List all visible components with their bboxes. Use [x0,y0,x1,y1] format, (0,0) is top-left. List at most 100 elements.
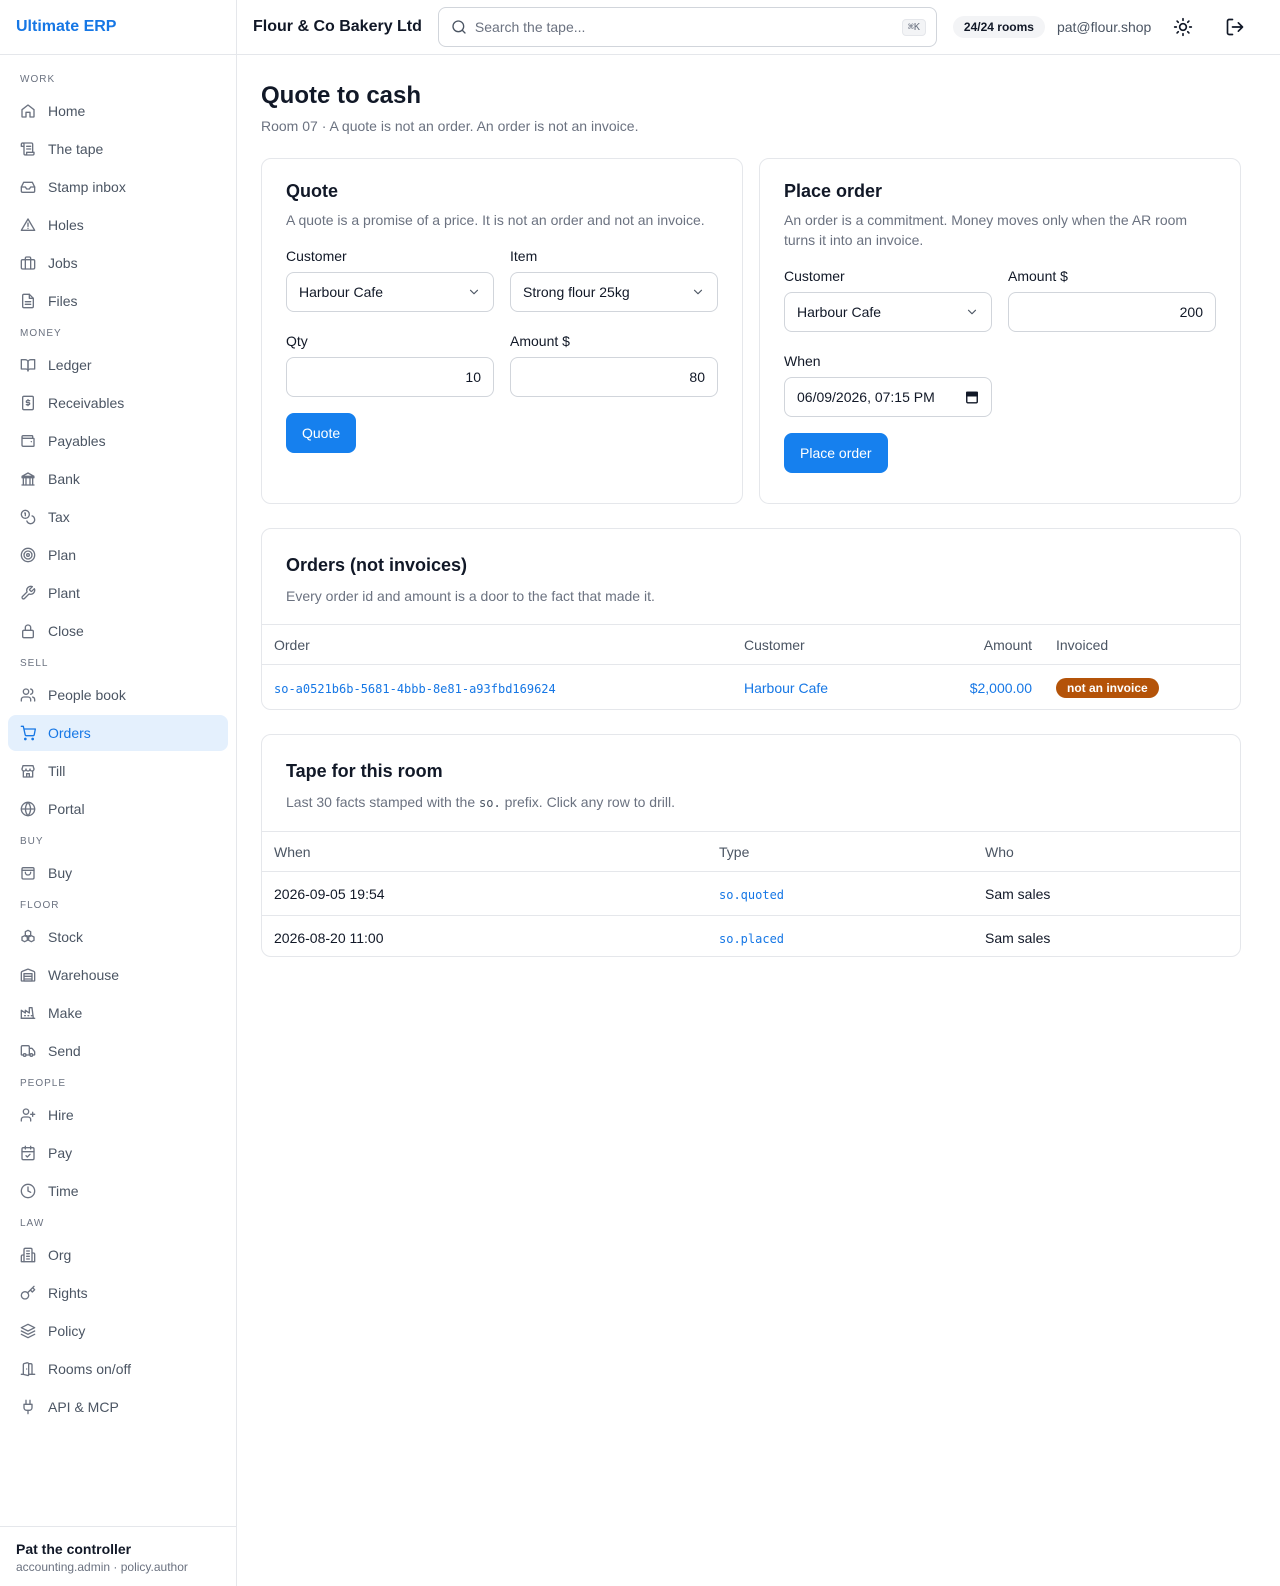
sidebar-item-pay[interactable]: Pay [8,1135,228,1171]
sidebar-item-label: Buy [48,865,73,881]
sidebar-item-label: Home [48,103,86,119]
section-label-law: LAW [20,1217,45,1229]
quote-button[interactable]: Quote [286,413,357,453]
tape-desc-before: Last 30 facts stamped with the [286,794,479,810]
section-label-sell: SELL [20,657,49,669]
clock-icon [20,1183,36,1199]
logout-icon[interactable] [1225,17,1245,37]
order-id-link[interactable]: so-a0521b6b-5681-4bbb-8e81-a93fbd169624 [274,682,556,696]
col-order[interactable]: Order [262,625,732,665]
scroll-icon [20,142,35,156]
sidebar-item-warehouse[interactable]: Warehouse [8,957,228,993]
quote-item-select[interactable]: Strong flour 25kg [510,272,718,312]
sidebar-item-label: Plant [48,585,80,601]
place-order-button[interactable]: Place order [784,433,888,473]
sidebar-item-plant[interactable]: Plant [8,575,228,611]
boxes-icon [21,929,35,943]
sidebar-item-org[interactable]: Org [8,1237,228,1273]
sidebar-item-close[interactable]: Close [8,613,228,649]
user-name: Pat the controller [16,1541,132,1557]
col-who[interactable]: Who [973,832,1240,872]
section-label-money: MONEY [20,327,62,339]
shopping-bag-icon [21,867,35,880]
sidebar-item-time[interactable]: Time [8,1173,228,1209]
quote-qty-input[interactable]: 10 [286,357,494,397]
sidebar-item-holes[interactable]: Holes [8,207,228,243]
order-amount-input[interactable]: 200 [1008,292,1216,332]
search-input[interactable] [474,19,902,35]
company-name[interactable]: Flour & Co Bakery Ltd [253,18,422,36]
col-when[interactable]: When [262,832,707,872]
plug-icon [23,1399,33,1415]
sidebar-item-rights[interactable]: Rights [8,1275,228,1311]
sidebar-item-till[interactable]: Till [8,753,228,789]
calendar-icon[interactable] [965,390,979,404]
order-amount-link[interactable]: $2,000.00 [970,680,1032,696]
rooms-badge[interactable]: 24/24 rooms [952,16,1045,38]
sidebar-item-rooms-onoff[interactable]: Rooms on/off [8,1351,228,1387]
sidebar-item-home[interactable]: Home [8,93,228,129]
quote-qty-value: 10 [465,369,481,385]
col-invoiced[interactable]: Invoiced [1044,625,1240,665]
chevron-down-icon [693,289,703,295]
coins-icon [20,509,36,525]
sidebar-item-policy[interactable]: Policy [8,1313,228,1349]
app-brand[interactable]: Ultimate ERP [0,0,236,55]
sidebar-item-portal[interactable]: Portal [8,791,228,827]
tape-type-link[interactable]: so.placed [719,932,784,946]
sidebar-item-jobs[interactable]: Jobs [8,245,228,281]
sidebar-item-files[interactable]: Files [8,283,228,319]
table-row[interactable]: so-a0521b6b-5681-4bbb-8e81-a93fbd169624 … [262,665,1240,710]
current-user: Pat the controller accounting.admin · po… [0,1526,236,1586]
sidebar-item-payables[interactable]: Payables [8,423,228,459]
quote-customer-select[interactable]: Harbour Cafe [286,272,494,312]
order-when-input[interactable]: 06/09/2026, 07:15 PM [784,377,992,417]
tape-title: Tape for this room [286,761,443,781]
order-amount-label: Amount $ [1008,268,1068,284]
quote-amount-input[interactable]: 80 [510,357,718,397]
warehouse-icon [20,968,36,982]
sidebar-item-plan[interactable]: Plan [8,537,228,573]
sun-icon[interactable] [1173,17,1193,37]
table-row[interactable]: 2026-08-20 11:00 so.placed Sam sales [262,915,1240,956]
sidebar-nav: WORK Home The tape Stamp inbox Holes Job… [0,55,236,1425]
sidebar-item-label: Org [48,1247,72,1263]
section-label-work: WORK [20,73,56,85]
sidebar-item-send[interactable]: Send [8,1033,228,1069]
table-row[interactable]: 2026-09-05 19:54 so.quoted Sam sales [262,872,1240,916]
sidebar-item-stamp-inbox[interactable]: Stamp inbox [8,169,228,205]
sidebar-item-people-book[interactable]: People book [8,677,228,713]
chevron-down-icon [469,289,479,295]
quote-customer-field: Customer Harbour Cafe [286,248,494,312]
sidebar-item-receivables[interactable]: Receivables [8,385,228,421]
chevron-down-icon [967,309,977,315]
sidebar-item-label: Hire [48,1107,74,1123]
users-icon [20,688,36,702]
home-icon [21,104,35,118]
sidebar-item-tax[interactable]: Tax [8,499,228,535]
sidebar-item-make[interactable]: Make [8,995,228,1031]
sidebar-item-api-mcp[interactable]: API & MCP [8,1389,228,1425]
sidebar-item-tape[interactable]: The tape [8,131,228,167]
shopping-cart-icon [20,725,36,741]
sidebar-item-label: Rooms on/off [48,1361,132,1377]
order-customer-link[interactable]: Harbour Cafe [744,680,828,696]
sidebar-item-buy[interactable]: Buy [8,855,228,891]
col-customer[interactable]: Customer [732,625,932,665]
col-amount[interactable]: Amount [932,625,1044,665]
sidebar-item-stock[interactable]: Stock [8,919,228,955]
sidebar-item-bank[interactable]: Bank [8,461,228,497]
tape-type-link[interactable]: so.quoted [719,888,784,902]
sidebar-item-hire[interactable]: Hire [8,1097,228,1133]
orders-description: Every order id and amount is a door to t… [286,588,655,604]
order-customer-select[interactable]: Harbour Cafe [784,292,992,332]
col-type[interactable]: Type [707,832,973,872]
book-open-icon [20,359,36,372]
tape-header: Tape for this room Last 30 facts stamped… [262,735,1240,831]
sidebar-item-ledger[interactable]: Ledger [8,347,228,383]
search-box[interactable]: ⌘K [437,7,937,47]
sidebar-item-label: Stock [48,929,84,945]
receipt-dollar-icon [22,395,34,411]
order-when-label: When [784,353,821,369]
sidebar-item-orders[interactable]: Orders [8,715,228,751]
